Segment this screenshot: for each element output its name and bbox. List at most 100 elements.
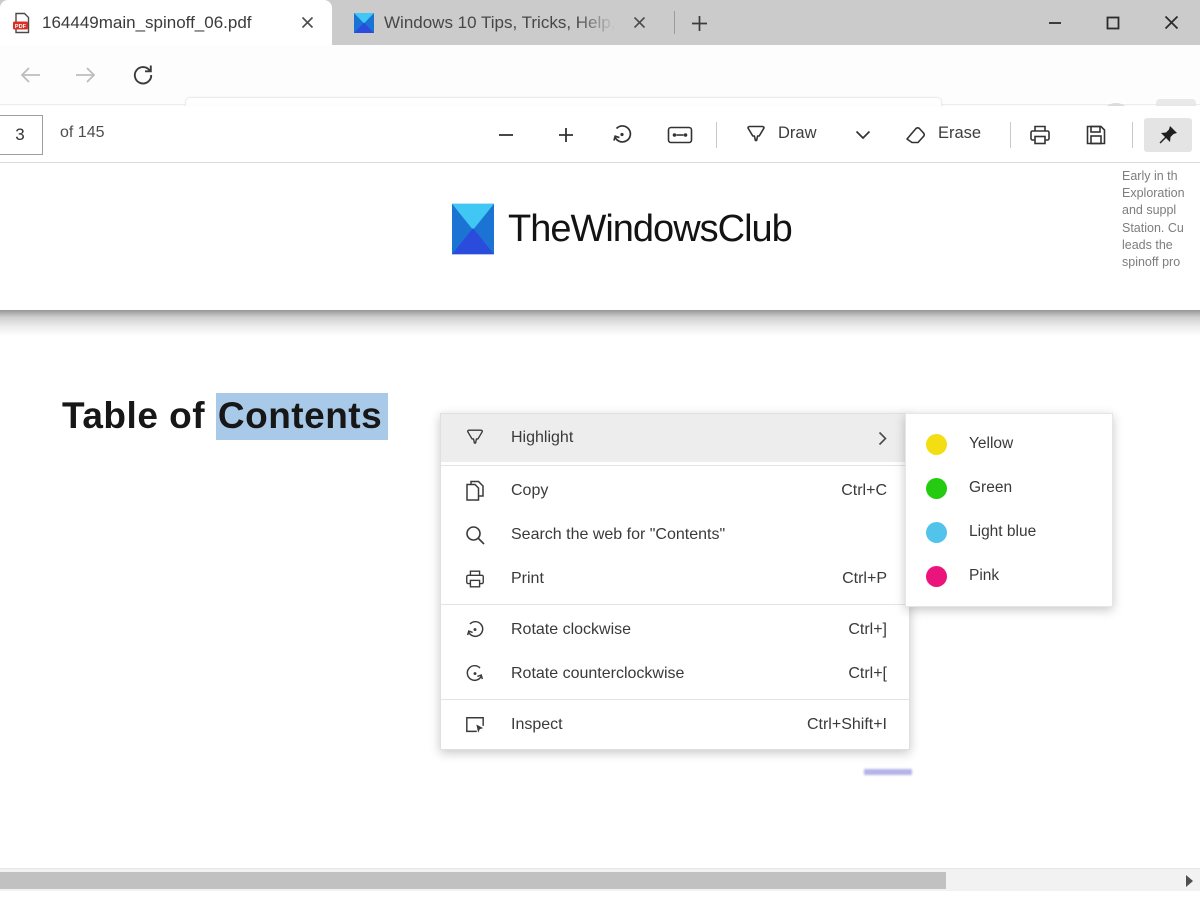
copy-icon: [463, 479, 487, 503]
context-menu: Highlight Copy Ctrl+C: [440, 413, 910, 750]
submenu-arrow-icon: [878, 431, 887, 446]
scroll-right-arrow-icon[interactable]: [1181, 873, 1197, 889]
margin-line: and suppl: [1122, 202, 1200, 219]
close-tab-icon[interactable]: [294, 10, 320, 36]
submenu-item-pink[interactable]: Pink: [906, 554, 1112, 598]
thewindowsclub-logo: TheWindowsClub: [452, 203, 792, 255]
pink-color-swatch: [926, 566, 947, 587]
page-count-label: of 145: [60, 124, 104, 142]
menu-shortcut: Ctrl+[: [848, 665, 887, 683]
minimize-button[interactable]: [1026, 0, 1084, 45]
tab-windowsclub[interactable]: Windows 10 Tips, Tricks, Help, Su: [342, 0, 664, 45]
menu-item-print[interactable]: Print Ctrl+P: [441, 557, 909, 601]
tab-pdf[interactable]: PDF 164449main_spinoff_06.pdf: [0, 0, 332, 45]
margin-line: Early in th: [1122, 168, 1200, 185]
chevron-down-icon[interactable]: [845, 118, 881, 152]
inspect-icon: [463, 713, 487, 737]
page-margin-text: Early in th Exploration and suppl Statio…: [1122, 168, 1200, 271]
tab-title: 164449main_spinoff_06.pdf: [42, 13, 284, 33]
menu-divider: [441, 699, 909, 700]
rotate-icon[interactable]: [604, 118, 640, 152]
print-icon[interactable]: [1022, 118, 1058, 152]
twc-favicon-icon: [354, 13, 374, 33]
menu-divider: [441, 465, 909, 466]
menu-shortcut: Ctrl+]: [848, 621, 887, 639]
submenu-item-light-blue[interactable]: Light blue: [906, 510, 1112, 554]
menu-divider: [441, 604, 909, 605]
background-text-fragment: [864, 769, 912, 775]
margin-line: leads the: [1122, 237, 1200, 254]
page-title: Table of Contents: [62, 395, 388, 437]
heading-text: Table of: [62, 395, 216, 436]
forward-icon[interactable]: [68, 57, 104, 93]
menu-item-label: Print: [511, 570, 842, 588]
reload-icon[interactable]: [125, 57, 161, 93]
selected-text[interactable]: Contents: [216, 393, 388, 440]
submenu-item-yellow[interactable]: Yellow: [906, 422, 1112, 466]
search-icon: [463, 523, 487, 547]
margin-line: Exploration: [1122, 185, 1200, 202]
submenu-item-label: Yellow: [969, 435, 1013, 453]
menu-item-copy[interactable]: Copy Ctrl+C: [441, 469, 909, 513]
menu-item-rotate-counterclockwise[interactable]: Rotate counterclockwise Ctrl+[: [441, 652, 909, 696]
margin-line: spinoff pro: [1122, 254, 1200, 271]
menu-item-rotate-clockwise[interactable]: Rotate clockwise Ctrl+]: [441, 608, 909, 652]
print-icon: [463, 567, 487, 591]
draw-label[interactable]: Draw: [778, 124, 817, 143]
maximize-button[interactable]: [1084, 0, 1142, 45]
erase-label[interactable]: Erase: [938, 124, 981, 143]
submenu-item-label: Light blue: [969, 523, 1036, 541]
page-number-input[interactable]: 3: [0, 115, 43, 155]
menu-shortcut: Ctrl+P: [842, 570, 887, 588]
pin-toolbar-icon[interactable]: [1144, 118, 1192, 152]
page-separator: [0, 310, 1200, 336]
eraser-icon[interactable]: [898, 118, 934, 152]
menu-item-label: Rotate clockwise: [511, 621, 848, 639]
yellow-color-swatch: [926, 434, 947, 455]
tab-bar: PDF 164449main_spinoff_06.pdf Windows 10…: [0, 0, 1200, 45]
rotate-clockwise-icon: [463, 618, 487, 642]
close-tab-icon[interactable]: [626, 10, 652, 36]
menu-item-label: Copy: [511, 482, 841, 500]
toolbar-separator: [1010, 122, 1011, 148]
tab-separator: [674, 11, 675, 34]
fit-to-width-icon[interactable]: [662, 118, 698, 152]
menu-item-label: Search the web for "Contents": [511, 526, 887, 544]
pdf-file-icon: PDF: [12, 12, 32, 34]
menu-item-label: Highlight: [511, 429, 878, 447]
zoom-in-icon[interactable]: [548, 118, 584, 152]
save-icon[interactable]: [1078, 118, 1114, 152]
svg-text:PDF: PDF: [15, 23, 27, 29]
margin-line: Station. Cu: [1122, 220, 1200, 237]
back-icon[interactable]: [12, 57, 48, 93]
toolbar-separator: [1132, 122, 1133, 148]
menu-item-label: Inspect: [511, 716, 807, 734]
close-window-button[interactable]: [1142, 0, 1200, 45]
submenu-item-green[interactable]: Green: [906, 466, 1112, 510]
highlighter-icon: [463, 426, 487, 450]
pdf-toolbar: 3 of 145 Draw: [0, 106, 1200, 163]
draw-pen-icon[interactable]: [738, 118, 774, 152]
rotate-counterclockwise-icon: [463, 662, 487, 686]
menu-item-search-web[interactable]: Search the web for "Contents": [441, 513, 909, 557]
new-tab-button[interactable]: [684, 8, 714, 38]
toolbar-separator: [716, 122, 717, 148]
logo-text: TheWindowsClub: [508, 208, 792, 251]
horizontal-scrollbar[interactable]: [0, 868, 1200, 891]
submenu-item-label: Pink: [969, 567, 999, 585]
menu-shortcut: Ctrl+C: [841, 482, 887, 500]
twc-logo-icon: [452, 203, 494, 255]
menu-item-highlight[interactable]: Highlight: [441, 414, 909, 462]
light-blue-color-swatch: [926, 522, 947, 543]
tab-title: Windows 10 Tips, Tricks, Help, Su: [384, 13, 616, 33]
green-color-swatch: [926, 478, 947, 499]
window-controls: [1026, 0, 1200, 45]
menu-item-label: Rotate counterclockwise: [511, 665, 848, 683]
menu-item-inspect[interactable]: Inspect Ctrl+Shift+I: [441, 703, 909, 747]
highlight-color-submenu: Yellow Green Light blue Pink: [905, 413, 1113, 607]
browser-window: PDF 164449main_spinoff_06.pdf Windows 10…: [0, 0, 1200, 900]
scrollbar-thumb[interactable]: [0, 872, 946, 889]
zoom-out-icon[interactable]: [488, 118, 524, 152]
menu-shortcut: Ctrl+Shift+I: [807, 716, 887, 734]
pdf-page-view: TheWindowsClub Early in th Exploration a…: [0, 163, 1200, 868]
